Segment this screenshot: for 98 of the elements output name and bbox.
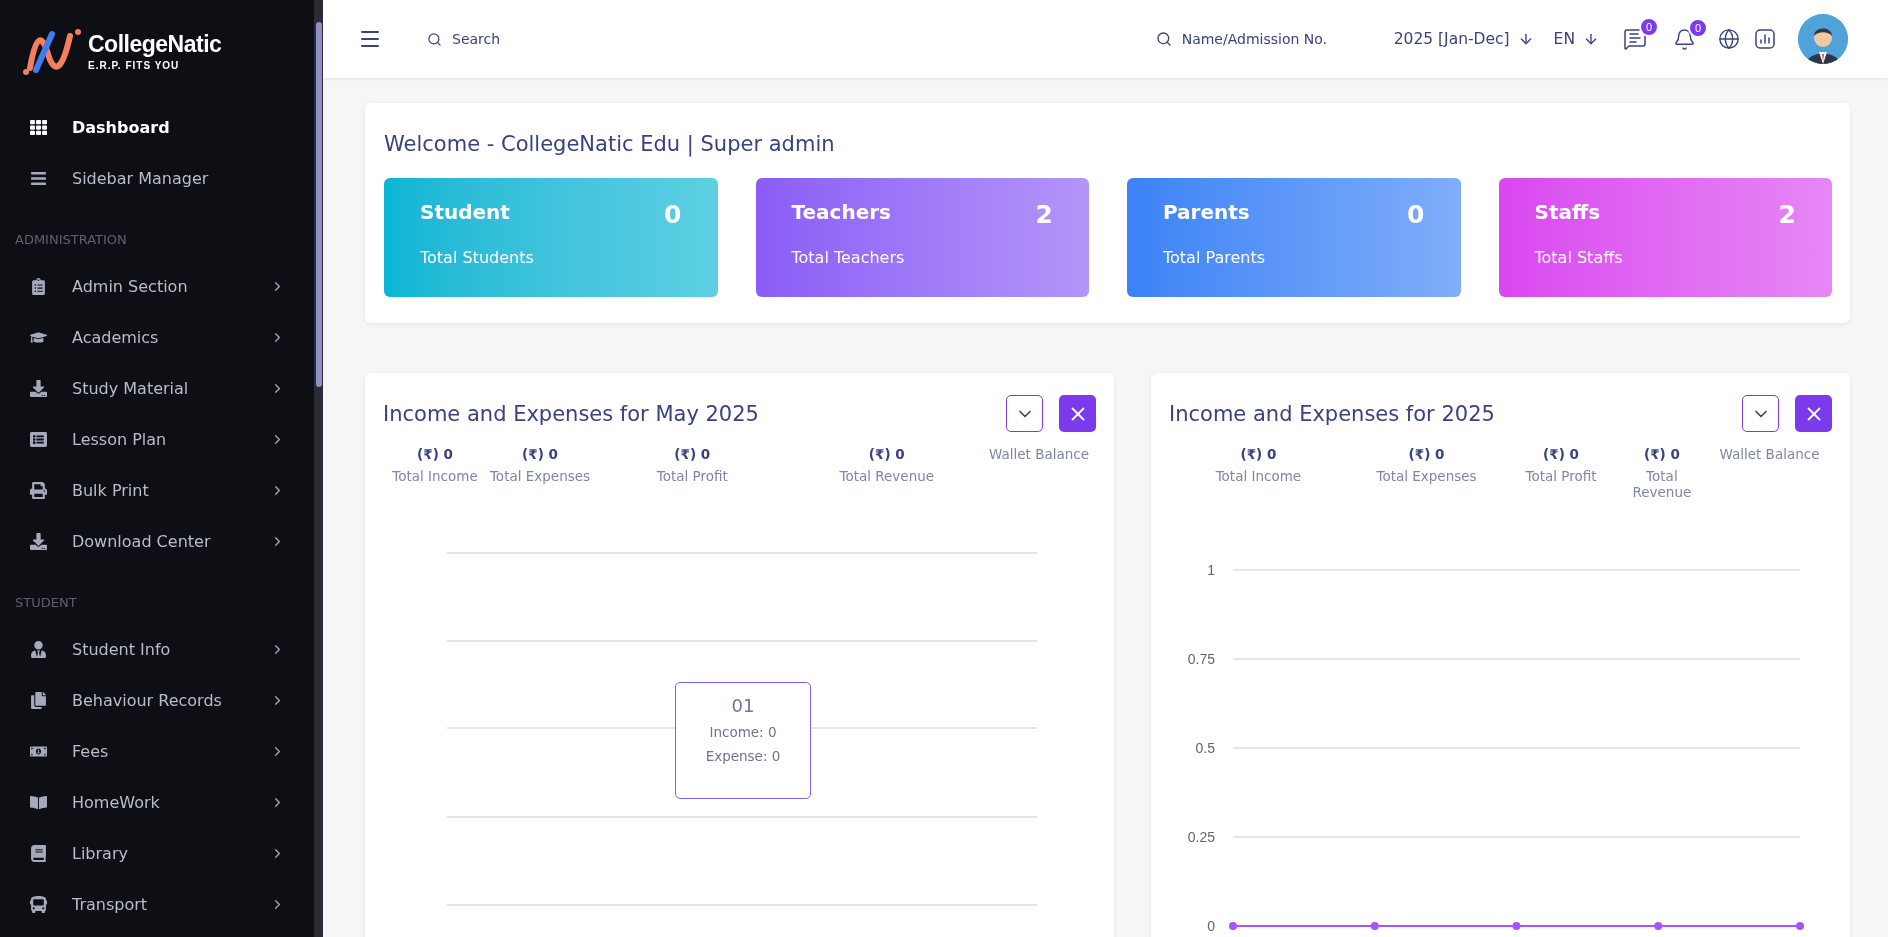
- summary-label: Total Expenses: [489, 468, 591, 484]
- bell-icon: [1673, 27, 1696, 51]
- summary-value: (₹) 0: [1408, 446, 1445, 462]
- axis-tick-label: 0.5: [1195, 740, 1215, 756]
- sidebar-item[interactable]: Student Info: [0, 624, 313, 675]
- axis-tick-label: 0.25: [1187, 829, 1215, 845]
- stat-subtitle: Total Students: [420, 247, 535, 269]
- sidebar-item[interactable]: Study Material: [0, 363, 313, 414]
- summary-value: (₹) 0: [522, 446, 558, 462]
- summary-label: Total Revenue: [839, 468, 935, 484]
- scrollbar[interactable]: [314, 0, 323, 937]
- bus-icon: [30, 896, 47, 913]
- notifications-button[interactable]: 0: [1673, 17, 1708, 51]
- summary-label: Total Revenue: [1631, 468, 1693, 500]
- panel-title: Income and Expenses for May 2025: [383, 401, 760, 426]
- count-badge: 0: [1688, 17, 1708, 38]
- sidebar-item[interactable]: Admin Section: [0, 261, 313, 312]
- stat-subtitle: Total Parents: [1163, 247, 1266, 269]
- axis-tick-label: 0: [1207, 918, 1215, 931]
- stat-count: 2: [1778, 200, 1796, 231]
- stat-title: Student: [420, 200, 511, 226]
- summary-value: (₹) 0: [1240, 446, 1277, 462]
- chart-button[interactable]: [1754, 28, 1776, 50]
- collapse-button[interactable]: [1742, 395, 1779, 432]
- person-icon: [30, 641, 47, 658]
- messages-button[interactable]: 0: [1623, 17, 1659, 51]
- stat-title: Staffs: [1534, 200, 1602, 226]
- summary-label: Total Profit: [1525, 468, 1597, 484]
- stat-subtitle: Total Teachers: [791, 247, 906, 269]
- section-heading: STUDENT: [14, 594, 78, 612]
- menu-icon: [30, 170, 47, 187]
- stat-count: 2: [1035, 200, 1053, 231]
- sidebar-item[interactable]: Dashboard: [0, 102, 313, 153]
- sidebar-item[interactable]: Fees: [0, 726, 313, 777]
- welcome-title: Welcome - CollegeNatic Edu | Super admin: [384, 132, 836, 156]
- globe-button[interactable]: [1718, 28, 1740, 50]
- data-point: [1654, 922, 1663, 930]
- sidebar-item[interactable]: Behaviour Records: [0, 675, 313, 726]
- panel-title: Income and Expenses for 2025: [1169, 401, 1496, 426]
- clipboard-icon: [30, 278, 47, 295]
- sidebar-item[interactable]: Download Center: [0, 516, 313, 567]
- tooltip-line: Expense: 0: [705, 748, 781, 764]
- summary-label: Wallet Balance: [1719, 446, 1820, 462]
- close-button[interactable]: [1059, 395, 1096, 432]
- sidebar-item[interactable]: HomeWork: [0, 777, 313, 828]
- book-icon: [30, 845, 47, 862]
- message-icon: [1623, 27, 1647, 51]
- chart-icon: [1754, 28, 1776, 50]
- logo-name: CollegeNatic: [88, 31, 222, 58]
- sidebar-item[interactable]: Lesson Plan: [0, 414, 313, 465]
- tooltip-title: 01: [731, 695, 755, 716]
- summary-label: Total Income: [1215, 468, 1302, 484]
- count-badge: 0: [1639, 17, 1659, 37]
- data-point: [1229, 922, 1237, 930]
- grid-icon: [30, 119, 47, 136]
- summary-value: (₹) 0: [417, 446, 453, 462]
- data-point: [1370, 922, 1379, 930]
- avatar[interactable]: [1798, 14, 1848, 64]
- sidebar-item[interactable]: Academics: [0, 312, 313, 363]
- close-button[interactable]: [1795, 395, 1832, 432]
- logo-tagline: E.R.P. FITS YOU: [88, 60, 181, 71]
- download-icon: [30, 380, 47, 397]
- search-icon: [427, 31, 442, 47]
- printer-icon: [30, 482, 47, 499]
- summary-value: (₹) 0: [674, 446, 711, 462]
- avatar-icon: [1798, 14, 1848, 64]
- stat-count: 0: [664, 200, 682, 231]
- data-point: [1796, 922, 1804, 930]
- stat-title: Parents: [1163, 200, 1251, 226]
- graduation-cap-icon: [30, 329, 47, 346]
- list-icon: [30, 431, 47, 448]
- language-picker[interactable]: EN: [1553, 30, 1599, 48]
- sidebar-item[interactable]: Sidebar Manager: [0, 153, 313, 204]
- axis-tick-label: 1: [1207, 562, 1215, 578]
- search-icon: [1155, 31, 1172, 47]
- documents-icon: [30, 692, 47, 709]
- sidebar-item[interactable]: Transport: [0, 879, 313, 930]
- banknote-icon: [30, 743, 47, 760]
- axis-tick-label: 0.75: [1187, 651, 1215, 667]
- summary-label: Total Profit: [656, 468, 728, 484]
- summary-label: Total Income: [392, 468, 478, 484]
- section-heading: ADMINISTRATION: [14, 231, 128, 249]
- book-icon: [30, 794, 47, 811]
- stat-subtitle: Total Staffs: [1534, 247, 1624, 269]
- summary-label: Total Expenses: [1376, 468, 1477, 484]
- data-point: [1512, 922, 1521, 930]
- stat-title: Teachers: [791, 200, 892, 226]
- session-picker[interactable]: 2025 [Jan-Dec]: [1393, 30, 1534, 48]
- sidebar-item[interactable]: Library: [0, 828, 313, 879]
- summary-label: Wallet Balance: [989, 446, 1089, 462]
- collapse-button[interactable]: [1006, 395, 1043, 432]
- summary-value: (₹) 0: [868, 446, 905, 462]
- sidebar-item[interactable]: Bulk Print: [0, 465, 313, 516]
- stat-count: 0: [1407, 200, 1425, 231]
- summary-value: (₹) 0: [1543, 446, 1579, 462]
- download-icon: [30, 533, 47, 550]
- summary-value: (₹) 0: [1643, 446, 1680, 462]
- tooltip-line: Income: 0: [709, 724, 777, 740]
